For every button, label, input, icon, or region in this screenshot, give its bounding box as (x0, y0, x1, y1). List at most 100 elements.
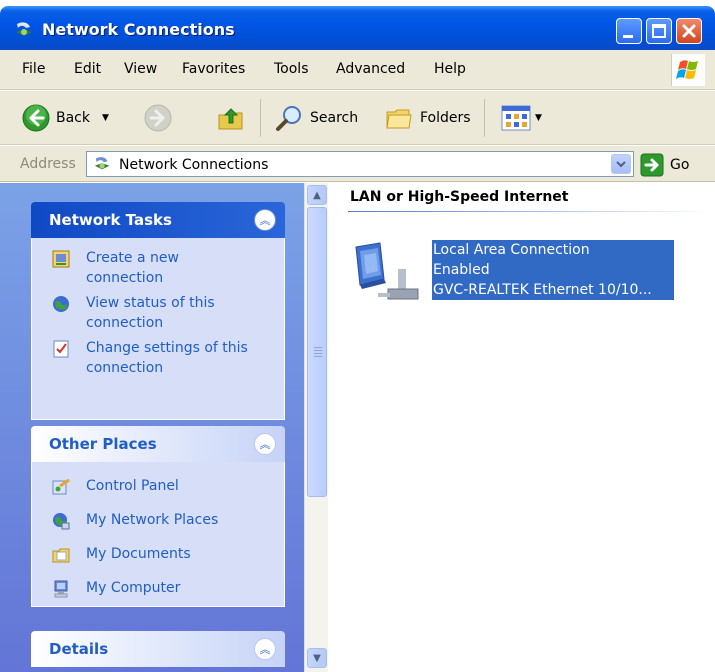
chevron-down-icon (616, 161, 626, 168)
details-panel: Details ︽ (31, 631, 285, 667)
toolbar-separator (260, 99, 261, 137)
folders-icon (386, 109, 412, 129)
task-view-status-line1: View status of this (86, 295, 215, 311)
connection-status: Enabled (433, 262, 490, 278)
toolbar: Back ▼ Search Folders ▼ (0, 91, 715, 145)
window-title: Network Connections (42, 20, 235, 39)
close-button[interactable] (676, 18, 702, 44)
task-pane: Network Tasks ︽ Create a new connection … (0, 183, 304, 672)
collapse-chevron-icon[interactable]: ︽ (254, 433, 276, 455)
scroll-down-button[interactable]: ▼ (307, 648, 327, 668)
network-tasks-header[interactable]: Network Tasks ︽ (31, 202, 285, 238)
other-places-header[interactable]: Other Places ︽ (31, 426, 285, 462)
connection-name: Local Area Connection (433, 242, 590, 258)
close-icon (682, 24, 696, 38)
connection-device: GVC-REALTEK Ethernet 10/10... (433, 282, 652, 298)
task-change-settings[interactable]: Change settings of this connection (32, 338, 284, 378)
status-globe-icon (53, 296, 69, 312)
settings-checklist-icon (53, 340, 69, 358)
back-dropdown-icon[interactable]: ▼ (102, 113, 109, 123)
address-bar: Address Network Connections Go (0, 146, 715, 182)
content-area[interactable]: LAN or High-Speed Internet Local Area Co… (328, 183, 715, 672)
task-pane-scrollbar[interactable]: ▲ ▼ (304, 183, 328, 672)
network-connections-icon (94, 157, 110, 170)
folders-button[interactable]: Folders (384, 104, 471, 132)
forward-button[interactable] (144, 104, 172, 132)
place-control-panel[interactable]: Control Panel (32, 476, 284, 500)
forward-arrow-icon (144, 104, 172, 132)
grip-line (314, 353, 322, 354)
place-my-documents[interactable]: My Documents (32, 544, 284, 568)
network-connections-icon (16, 22, 32, 36)
scroll-thumb[interactable] (307, 207, 327, 497)
windows-logo (671, 54, 705, 86)
menu-edit[interactable]: Edit (74, 61, 101, 77)
menu-file[interactable]: File (22, 61, 45, 77)
network-tasks-panel: Network Tasks ︽ Create a new connection … (31, 202, 285, 420)
place-my-network-places[interactable]: My Network Places (32, 510, 284, 534)
group-heading: LAN or High-Speed Internet (350, 189, 569, 205)
chevron-down-icon: ▼ (313, 652, 321, 664)
task-create-connection-line2: connection (86, 270, 164, 286)
lan-connection-icon[interactable] (350, 239, 422, 307)
other-places-title: Other Places (49, 435, 157, 453)
task-view-status-line2: connection (86, 315, 164, 331)
details-header[interactable]: Details ︽ (31, 631, 285, 667)
back-button[interactable]: Back ▼ (22, 104, 109, 132)
minimize-button[interactable] (616, 18, 642, 44)
menu-advanced[interactable]: Advanced (336, 61, 405, 77)
maximize-icon (652, 24, 666, 38)
network-tasks-body: Create a new connection View status of t… (31, 238, 285, 420)
views-dropdown-icon[interactable]: ▼ (535, 113, 542, 123)
go-label: Go (670, 157, 690, 173)
address-value: Network Connections (119, 157, 269, 173)
minimize-icon (623, 35, 633, 38)
task-create-connection[interactable]: Create a new connection (32, 248, 284, 288)
folders-label: Folders (420, 110, 471, 126)
chevron-up-icon: ▲ (313, 189, 321, 201)
network-places-icon (53, 513, 70, 530)
menu-bar: File Edit View Favorites Tools Advanced … (0, 50, 715, 90)
search-label: Search (310, 110, 359, 126)
maximize-button[interactable] (646, 18, 672, 44)
computer-icon (54, 580, 68, 598)
place-my-computer[interactable]: My Computer (32, 578, 284, 602)
address-label: Address (20, 156, 76, 172)
windows-flag-icon (676, 60, 698, 79)
new-connection-icon (52, 250, 70, 268)
menu-view[interactable]: View (124, 61, 157, 77)
other-places-body: Control Panel My Network Places My Docum… (31, 462, 285, 607)
go-button[interactable]: Go (640, 153, 689, 177)
local-area-connection[interactable]: Local Area Connection Enabled GVC-REALTE… (432, 240, 674, 300)
place-my-network-places-label: My Network Places (86, 512, 219, 528)
task-view-status[interactable]: View status of this connection (32, 293, 284, 333)
up-folder-icon (218, 108, 243, 130)
place-my-computer-label: My Computer (86, 580, 181, 596)
collapse-chevron-icon[interactable]: ︽ (254, 638, 276, 660)
grip-line (314, 356, 322, 357)
address-dropdown-button[interactable] (611, 154, 631, 174)
scroll-up-button[interactable]: ▲ (307, 185, 327, 205)
menu-tools[interactable]: Tools (274, 61, 309, 77)
up-folder-button[interactable] (216, 104, 246, 132)
toolbar-separator (484, 99, 485, 137)
title-bar[interactable]: Network Connections (0, 6, 715, 50)
menu-favorites[interactable]: Favorites (182, 61, 245, 77)
grip-line (314, 350, 322, 351)
task-change-settings-line1: Change settings of this (86, 340, 248, 356)
control-panel-icon (52, 478, 70, 495)
grip-line (314, 347, 322, 348)
network-tasks-title: Network Tasks (49, 211, 172, 229)
search-button[interactable]: Search (274, 104, 358, 132)
back-label: Back (56, 110, 90, 126)
place-my-documents-label: My Documents (86, 546, 191, 562)
views-button[interactable]: ▼ (500, 104, 542, 132)
other-places-panel: Other Places ︽ Control Panel My Network … (31, 426, 285, 607)
menu-help[interactable]: Help (434, 61, 466, 77)
address-field[interactable]: Network Connections (86, 151, 634, 177)
go-arrow-icon (640, 153, 664, 177)
task-create-connection-line1: Create a new (86, 250, 179, 266)
collapse-chevron-icon[interactable]: ︽ (254, 209, 276, 231)
search-icon (276, 106, 301, 131)
views-grid-icon (501, 105, 531, 131)
